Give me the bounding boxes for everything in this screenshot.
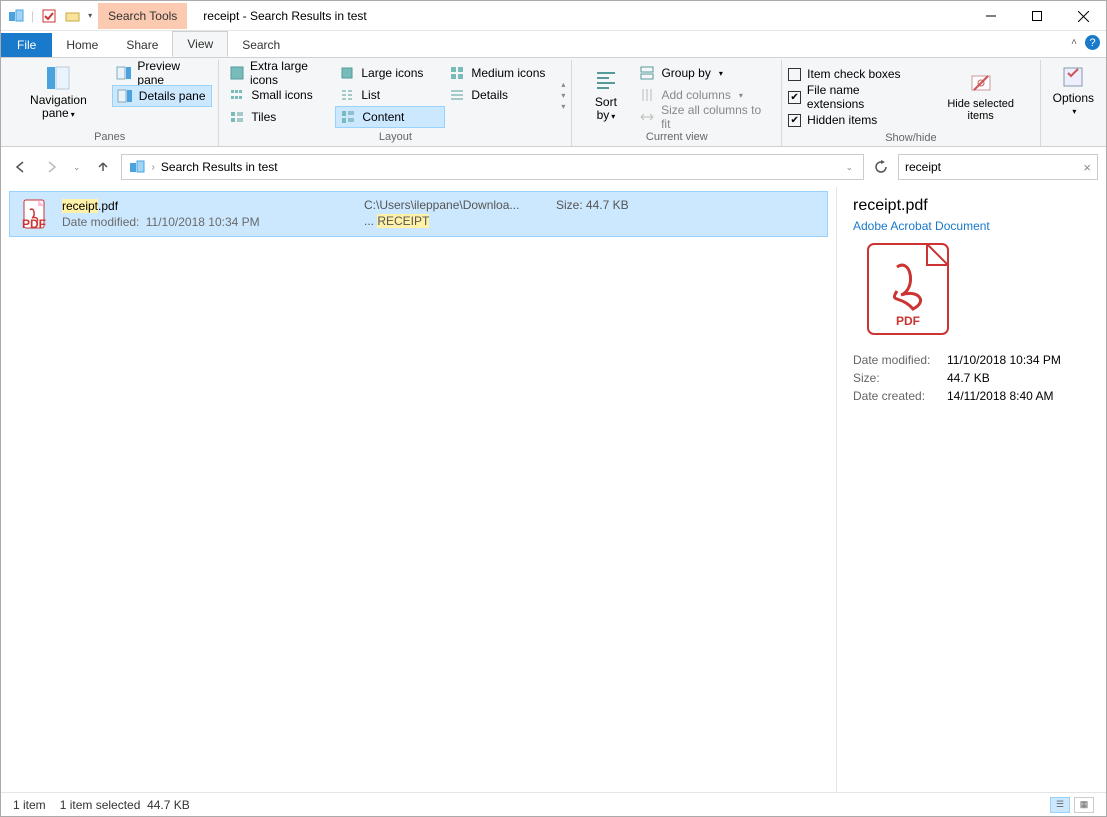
svg-text:PDF: PDF: [22, 217, 46, 230]
size-columns-button: Size all columns to fit: [635, 106, 775, 128]
up-button[interactable]: [91, 157, 115, 177]
refresh-button[interactable]: [870, 160, 892, 174]
file-name-extensions-toggle[interactable]: ✔File name extensions: [788, 87, 918, 107]
svg-text:PDF: PDF: [896, 314, 920, 328]
group-label-layout: Layout: [225, 129, 565, 146]
minimize-ribbon-icon[interactable]: ˄: [1071, 37, 1077, 48]
group-panes: Navigation pane▾ Preview pane Details pa…: [1, 60, 219, 146]
forward-button: [39, 157, 63, 177]
sort-by-button[interactable]: Sort by▾: [578, 62, 633, 128]
layout-tiles[interactable]: Tiles: [225, 106, 335, 128]
properties-icon[interactable]: [40, 7, 58, 25]
qat-dropdown-icon[interactable]: ▾: [88, 11, 92, 20]
details-meta-size: Size:44.7 KB: [853, 371, 1090, 385]
layout-scroll-up-icon[interactable]: ▴: [561, 80, 565, 89]
breadcrumb[interactable]: Search Results in test: [161, 160, 278, 174]
hidden-items-toggle[interactable]: ✔Hidden items: [788, 110, 918, 130]
result-title: receipt.pdf: [62, 198, 352, 213]
maximize-button[interactable]: [1014, 1, 1060, 31]
ribbon: Navigation pane▾ Preview pane Details pa…: [1, 57, 1106, 147]
result-snippet: ... RECEIPT: [364, 214, 544, 228]
group-options: Options▾: [1041, 60, 1106, 146]
group-by-button[interactable]: Group by▾: [635, 62, 775, 84]
pdf-file-icon: PDF: [18, 198, 50, 230]
tab-view[interactable]: View: [172, 31, 228, 57]
layout-medium[interactable]: Medium icons: [445, 62, 555, 84]
layout-details[interactable]: Details: [445, 84, 555, 106]
group-label-options-empty: [1047, 129, 1100, 146]
ribbon-tabs: File Home Share View Search ˄ ?: [1, 31, 1106, 57]
details-type: Adobe Acrobat Document: [853, 219, 1090, 233]
item-check-boxes-toggle[interactable]: Item check boxes: [788, 64, 918, 84]
search-folder-icon: [128, 159, 146, 175]
breadcrumb-sep[interactable]: ›: [152, 162, 155, 173]
tab-file[interactable]: File: [1, 33, 52, 57]
layout-large[interactable]: Large icons: [335, 62, 445, 84]
new-folder-icon[interactable]: [64, 7, 82, 25]
layout-scroll-down-icon[interactable]: ▾: [561, 91, 565, 100]
result-path: C:\Users\ileppane\Downloa...: [364, 198, 544, 212]
qat-divider: |: [31, 9, 34, 23]
window-controls: [968, 1, 1106, 31]
title-bar: | ▾ Search Tools receipt - Search Result…: [1, 1, 1106, 31]
status-item-count: 1 item: [13, 798, 46, 812]
group-current-view: Sort by▾ Group by▾ Add columns▾ Size all…: [572, 60, 782, 146]
layout-list[interactable]: List: [335, 84, 445, 106]
close-button[interactable]: [1060, 1, 1106, 31]
navigation-pane-button[interactable]: Navigation pane▾: [7, 62, 110, 122]
status-bar: 1 item 1 item selected 44.7 KB ☰ ▦: [1, 792, 1106, 816]
status-selected: 1 item selected 44.7 KB: [60, 798, 190, 812]
layout-extra-large[interactable]: Extra large icons: [225, 62, 335, 84]
details-pane: receipt.pdf Adobe Acrobat Document PDF D…: [836, 187, 1106, 792]
results-list[interactable]: PDF receipt.pdf Date modified: 11/10/201…: [1, 187, 836, 792]
window-title: receipt - Search Results in test: [203, 9, 366, 23]
tab-search[interactable]: Search: [228, 33, 294, 57]
explorer-icon: [7, 7, 25, 25]
recent-locations-button[interactable]: ⌄: [69, 160, 85, 175]
options-button[interactable]: Options▾: [1047, 62, 1100, 119]
address-dropdown-icon[interactable]: ⌄: [841, 160, 857, 175]
quick-access-toolbar: | ▾: [1, 7, 98, 25]
group-show-hide: Item check boxes ✔File name extensions ✔…: [782, 60, 1040, 146]
main-area: PDF receipt.pdf Date modified: 11/10/201…: [1, 187, 1106, 792]
help-icon[interactable]: ?: [1085, 35, 1100, 50]
minimize-button[interactable]: [968, 1, 1014, 31]
group-label-panes: Panes: [7, 129, 212, 146]
hide-selected-items-button[interactable]: Hide selected items: [928, 62, 1034, 130]
context-tab-search-tools[interactable]: Search Tools: [98, 3, 187, 29]
group-layout: Extra large icons Large icons Medium ico…: [219, 60, 572, 146]
result-size: Size: 44.7 KB: [556, 198, 629, 212]
search-input[interactable]: [905, 160, 1083, 174]
details-meta-created: Date created:14/11/2018 8:40 AM: [853, 389, 1090, 403]
tab-home[interactable]: Home: [52, 33, 112, 57]
details-meta-modified: Date modified:11/10/2018 10:34 PM: [853, 353, 1090, 367]
group-label-show-hide: Show/hide: [788, 130, 1033, 147]
layout-content[interactable]: Content: [335, 106, 445, 128]
view-details-toggle[interactable]: ☰: [1050, 797, 1070, 813]
result-date-modified: Date modified: 11/10/2018 10:34 PM: [62, 215, 352, 229]
address-bar-row: ⌄ › Search Results in test ⌄ ×: [1, 147, 1106, 187]
tab-share[interactable]: Share: [112, 33, 172, 57]
result-row[interactable]: PDF receipt.pdf Date modified: 11/10/201…: [9, 191, 828, 237]
preview-pane-button[interactable]: Preview pane: [112, 62, 213, 84]
layout-expand-icon[interactable]: ▾: [561, 102, 565, 111]
address-bar[interactable]: › Search Results in test ⌄: [121, 154, 864, 180]
clear-search-icon[interactable]: ×: [1083, 160, 1091, 175]
layout-small[interactable]: Small icons: [225, 84, 335, 106]
group-label-current-view: Current view: [578, 129, 775, 146]
details-title: receipt.pdf: [853, 197, 1090, 215]
details-thumbnail: PDF: [867, 243, 949, 335]
back-button[interactable]: [9, 157, 33, 177]
search-box[interactable]: ×: [898, 154, 1098, 180]
details-pane-button[interactable]: Details pane: [112, 85, 213, 107]
view-thumbnails-toggle[interactable]: ▦: [1074, 797, 1094, 813]
